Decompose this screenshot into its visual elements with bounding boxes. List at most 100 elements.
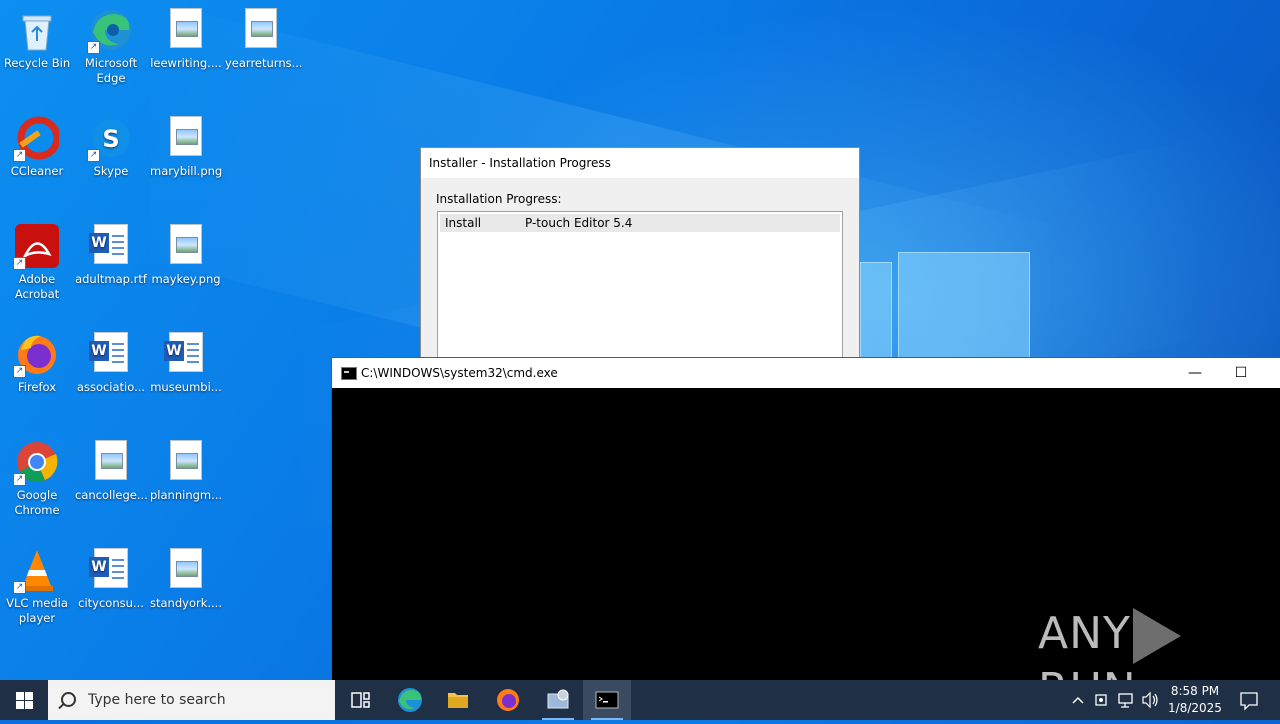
play-icon <box>1132 608 1181 664</box>
image-file-icon <box>164 548 208 592</box>
icon-label: Adobe Acrobat <box>14 272 60 301</box>
vlc-icon: ↗ <box>13 548 59 594</box>
list-item-action: Install <box>445 216 482 230</box>
image-file-icon <box>89 440 133 484</box>
search-placeholder: Type here to search <box>88 692 226 708</box>
desktop-icon-yearreturns[interactable]: yearreturns... <box>225 4 303 71</box>
console-icon <box>595 691 619 709</box>
action-center-button[interactable] <box>1234 680 1264 720</box>
edge-icon: ↗ <box>87 8 133 54</box>
word-document-icon: W <box>89 224 133 268</box>
edge-icon <box>398 688 422 712</box>
desktop-icon-standyork[interactable]: standyork.... <box>150 544 222 611</box>
desktop-icon-associatio[interactable]: W associatio... <box>75 328 147 395</box>
task-view-icon <box>351 692 370 708</box>
desktop-icon-microsoft-edge[interactable]: ↗ Microsoft Edge <box>75 4 147 86</box>
desktop: Recycle Bin ↗ CCleaner ↗ Adobe Acrobat ↗… <box>0 0 1280 680</box>
icon-label: Microsoft Edge <box>84 56 138 85</box>
adobe-acrobat-icon: ↗ <box>13 224 59 270</box>
desktop-icon-google-chrome[interactable]: ↗ Google Chrome <box>1 436 73 518</box>
firefox-icon <box>497 689 519 711</box>
windows-logo-wallpaper <box>860 240 1030 362</box>
taskbar-search-box[interactable]: Type here to search <box>48 680 335 720</box>
task-view-button[interactable] <box>336 680 384 720</box>
desktop-icon-cancollege[interactable]: cancollege... <box>75 436 148 503</box>
tray-volume-button[interactable] <box>1140 680 1160 720</box>
desktop-icon-marybill[interactable]: marybill.png <box>150 112 222 179</box>
watermark-left-text: ANY <box>1038 608 1131 659</box>
taskbar-file-explorer[interactable] <box>434 680 482 720</box>
desktop-icon-firefox[interactable]: ↗ Firefox <box>1 328 73 395</box>
desktop-icon-museumbi[interactable]: W museumbi... <box>150 328 222 395</box>
image-file-icon <box>164 8 208 52</box>
taskbar-edge[interactable] <box>386 680 434 720</box>
installer-icon <box>547 689 569 709</box>
image-file-icon <box>239 8 283 52</box>
taskbar-cmd[interactable] <box>583 680 631 720</box>
image-file-icon <box>164 440 208 484</box>
desktop-icon-cityconsu[interactable]: W cityconsu... <box>75 544 147 611</box>
installer-title[interactable]: Installer - Installation Progress <box>421 148 859 178</box>
start-button[interactable] <box>0 680 48 720</box>
desktop-icon-ccleaner[interactable]: ↗ CCleaner <box>1 112 73 179</box>
maximize-button[interactable]: ☐ <box>1218 358 1264 388</box>
taskbar-installer[interactable] <box>534 680 582 720</box>
icon-label: Skype <box>93 164 129 178</box>
windows-start-icon <box>16 692 24 700</box>
icon-label: maykey.png <box>151 272 221 286</box>
minimize-button[interactable]: — <box>1172 358 1218 388</box>
desktop-icon-adobe-acrobat[interactable]: ↗ Adobe Acrobat <box>1 220 73 302</box>
icon-label: cityconsu... <box>78 596 144 610</box>
icon-label: museumbi... <box>150 380 222 394</box>
icon-label: Recycle Bin <box>3 56 71 70</box>
icon-label: planningm... <box>150 488 223 502</box>
icon-label: Firefox <box>17 380 57 394</box>
installation-progress-label: Installation Progress: <box>436 192 562 206</box>
chevron-up-icon <box>1072 696 1084 704</box>
list-item[interactable]: Install P-touch Editor 5.4 <box>440 214 840 232</box>
folder-icon <box>448 693 468 708</box>
icon-label: CCleaner <box>10 164 64 178</box>
desktop-icon-planningm[interactable]: planningm... <box>150 436 222 503</box>
image-file-icon <box>164 116 208 160</box>
taskbar-firefox[interactable] <box>484 680 532 720</box>
watermark-right-text: RUN <box>1038 664 1137 680</box>
word-document-icon: W <box>164 332 208 376</box>
cmd-titlebar[interactable]: C:\WINDOWS\system32\cmd.exe — ☐ <box>332 358 1280 388</box>
list-item-name: P-touch Editor 5.4 <box>525 216 633 230</box>
camera-icon <box>1095 694 1107 706</box>
desktop-icon-adultmap[interactable]: W adultmap.rtf <box>75 220 147 287</box>
installer-window[interactable]: Installer - Installation Progress Instal… <box>420 147 860 389</box>
network-icon <box>1118 693 1133 708</box>
clock-date: 1/8/2025 <box>1168 701 1222 715</box>
desktop-icon-skype[interactable]: S ↗ Skype <box>75 112 147 179</box>
console-icon <box>341 367 357 380</box>
icon-label: yearreturns... <box>225 56 303 70</box>
image-file-icon <box>164 224 208 268</box>
icon-label: leewriting.... <box>150 56 222 70</box>
show-hidden-icons-button[interactable] <box>1068 680 1088 720</box>
desktop-icon-leewriting[interactable]: leewriting.... <box>150 4 222 71</box>
ccleaner-icon: ↗ <box>13 116 61 162</box>
desktop-icon-recycle-bin[interactable]: Recycle Bin <box>1 4 73 71</box>
desktop-icon-maykey[interactable]: maykey.png <box>150 220 222 287</box>
tray-network-button[interactable] <box>1116 680 1136 720</box>
icon-label: standyork.... <box>150 596 222 610</box>
clock-time: 8:58 PM <box>1170 684 1220 698</box>
icon-label: VLC media player <box>6 596 68 625</box>
search-icon <box>61 692 76 707</box>
word-document-icon: W <box>89 548 133 592</box>
icon-label: Google Chrome <box>14 488 60 517</box>
icon-label: cancollege... <box>75 488 148 502</box>
icon-label: associatio... <box>76 380 146 394</box>
icon-label: marybill.png <box>150 164 223 178</box>
desktop-icon-vlc[interactable]: ↗ VLC media player <box>1 544 73 626</box>
word-document-icon: W <box>89 332 133 376</box>
speaker-icon <box>1142 691 1158 709</box>
taskbar: Type here to search 8:58 PM 1/8/2025 <box>0 680 1280 720</box>
skype-icon: S ↗ <box>87 116 133 162</box>
svg-text:S: S <box>102 125 119 153</box>
icon-label: adultmap.rtf <box>75 272 147 286</box>
tray-meet-button[interactable] <box>1092 680 1112 720</box>
taskbar-clock[interactable]: 8:58 PM 1/8/2025 <box>1160 683 1230 717</box>
